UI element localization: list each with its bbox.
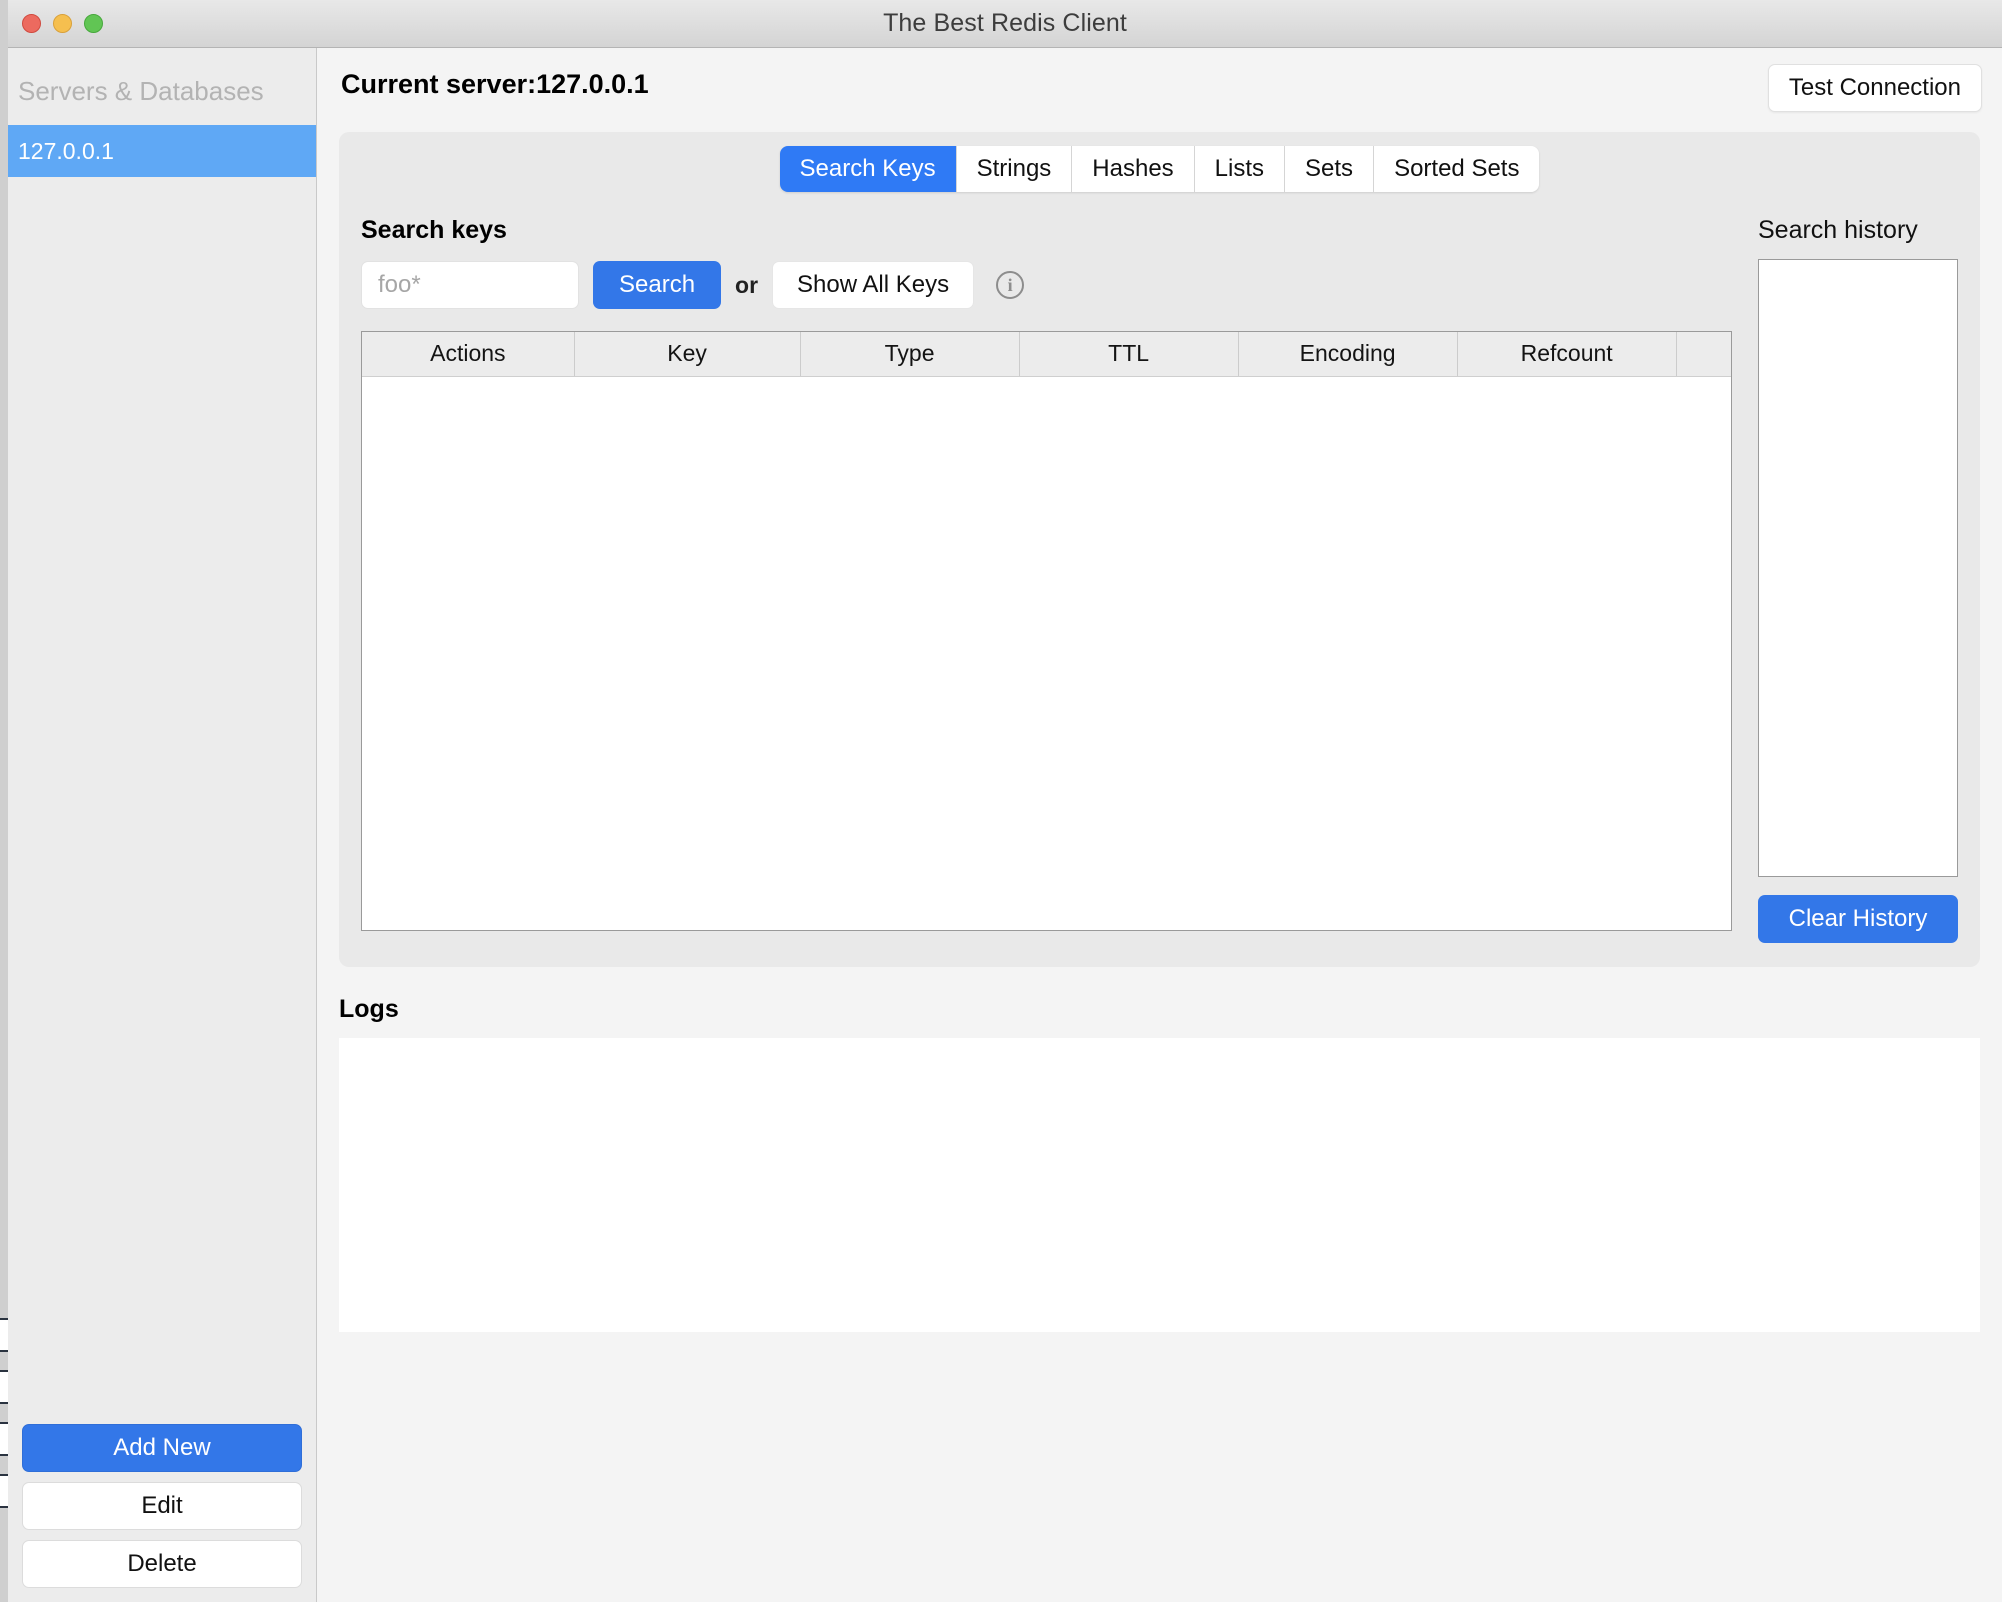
keys-table-header-row: Actions Key Type TTL Encoding Refcount xyxy=(362,332,1731,376)
clear-history-button[interactable]: Clear History xyxy=(1758,895,1958,943)
search-history-heading: Search history xyxy=(1758,216,1958,245)
background-window-left-edge xyxy=(0,0,8,1602)
search-keys-heading: Search keys xyxy=(361,216,1732,245)
tab-hashes[interactable]: Hashes xyxy=(1072,146,1194,192)
search-history-list[interactable] xyxy=(1758,259,1958,877)
search-button[interactable]: Search xyxy=(593,261,721,309)
current-server-label: Current server:127.0.0.1 xyxy=(341,69,649,100)
search-keys-card: Search Keys Strings Hashes Lists Sets So… xyxy=(339,132,1980,967)
test-connection-button[interactable]: Test Connection xyxy=(1768,64,1982,112)
column-header-key[interactable]: Key xyxy=(574,332,800,376)
search-left-column: Search keys Search or Show All Keys i xyxy=(361,192,1732,943)
tab-bar: Search Keys Strings Hashes Lists Sets So… xyxy=(339,132,1980,192)
info-icon[interactable]: i xyxy=(996,271,1024,299)
tab-strings[interactable]: Strings xyxy=(957,146,1073,192)
sidebar-header: Servers & Databases xyxy=(8,48,316,125)
show-all-keys-button[interactable]: Show All Keys xyxy=(772,261,974,309)
sidebar-item-label: 127.0.0.1 xyxy=(18,138,114,165)
column-header-spacer xyxy=(1676,332,1731,376)
tab-sets[interactable]: Sets xyxy=(1285,146,1374,192)
or-label: or xyxy=(735,272,758,299)
sidebar-actions: Add New Edit Delete xyxy=(22,1424,302,1588)
app-window: The Best Redis Client Servers & Database… xyxy=(8,0,2002,1602)
search-controls-row: Search or Show All Keys i xyxy=(361,261,1732,309)
main-header: Current server:127.0.0.1 Test Connection xyxy=(317,48,2002,120)
tab-sorted-sets[interactable]: Sorted Sets xyxy=(1374,146,1539,192)
add-new-button[interactable]: Add New xyxy=(22,1424,302,1472)
edit-button[interactable]: Edit xyxy=(22,1482,302,1530)
search-panel-body: Search keys Search or Show All Keys i xyxy=(339,192,1980,943)
keys-table-empty-body xyxy=(362,377,1731,932)
keys-table: Actions Key Type TTL Encoding Refcount xyxy=(362,332,1731,377)
tab-group: Search Keys Strings Hashes Lists Sets So… xyxy=(780,146,1540,192)
column-header-refcount[interactable]: Refcount xyxy=(1457,332,1676,376)
column-header-type[interactable]: Type xyxy=(800,332,1019,376)
tab-lists[interactable]: Lists xyxy=(1195,146,1285,192)
sidebar: Servers & Databases 127.0.0.1 Add New Ed… xyxy=(8,48,317,1602)
sidebar-item-server-127-0-0-1[interactable]: 127.0.0.1 xyxy=(8,125,316,177)
window-body: Servers & Databases 127.0.0.1 Add New Ed… xyxy=(8,48,2002,1602)
search-history-column: Search history Clear History xyxy=(1758,192,1958,943)
column-header-ttl[interactable]: TTL xyxy=(1019,332,1238,376)
logs-output-area[interactable] xyxy=(339,1038,1980,1332)
column-header-actions[interactable]: Actions xyxy=(362,332,574,376)
delete-button[interactable]: Delete xyxy=(22,1540,302,1588)
logs-heading: Logs xyxy=(339,995,2002,1024)
search-input[interactable] xyxy=(361,261,579,309)
zoom-button-icon[interactable] xyxy=(84,14,103,33)
main-content: Current server:127.0.0.1 Test Connection… xyxy=(317,48,2002,1602)
column-header-encoding[interactable]: Encoding xyxy=(1238,332,1457,376)
close-button-icon[interactable] xyxy=(22,14,41,33)
window-title: The Best Redis Client xyxy=(8,9,2002,38)
keys-table-container: Actions Key Type TTL Encoding Refcount xyxy=(361,331,1732,931)
tab-search-keys[interactable]: Search Keys xyxy=(780,146,957,192)
minimize-button-icon[interactable] xyxy=(53,14,72,33)
traffic-lights xyxy=(22,14,103,33)
window-titlebar: The Best Redis Client xyxy=(8,0,2002,48)
